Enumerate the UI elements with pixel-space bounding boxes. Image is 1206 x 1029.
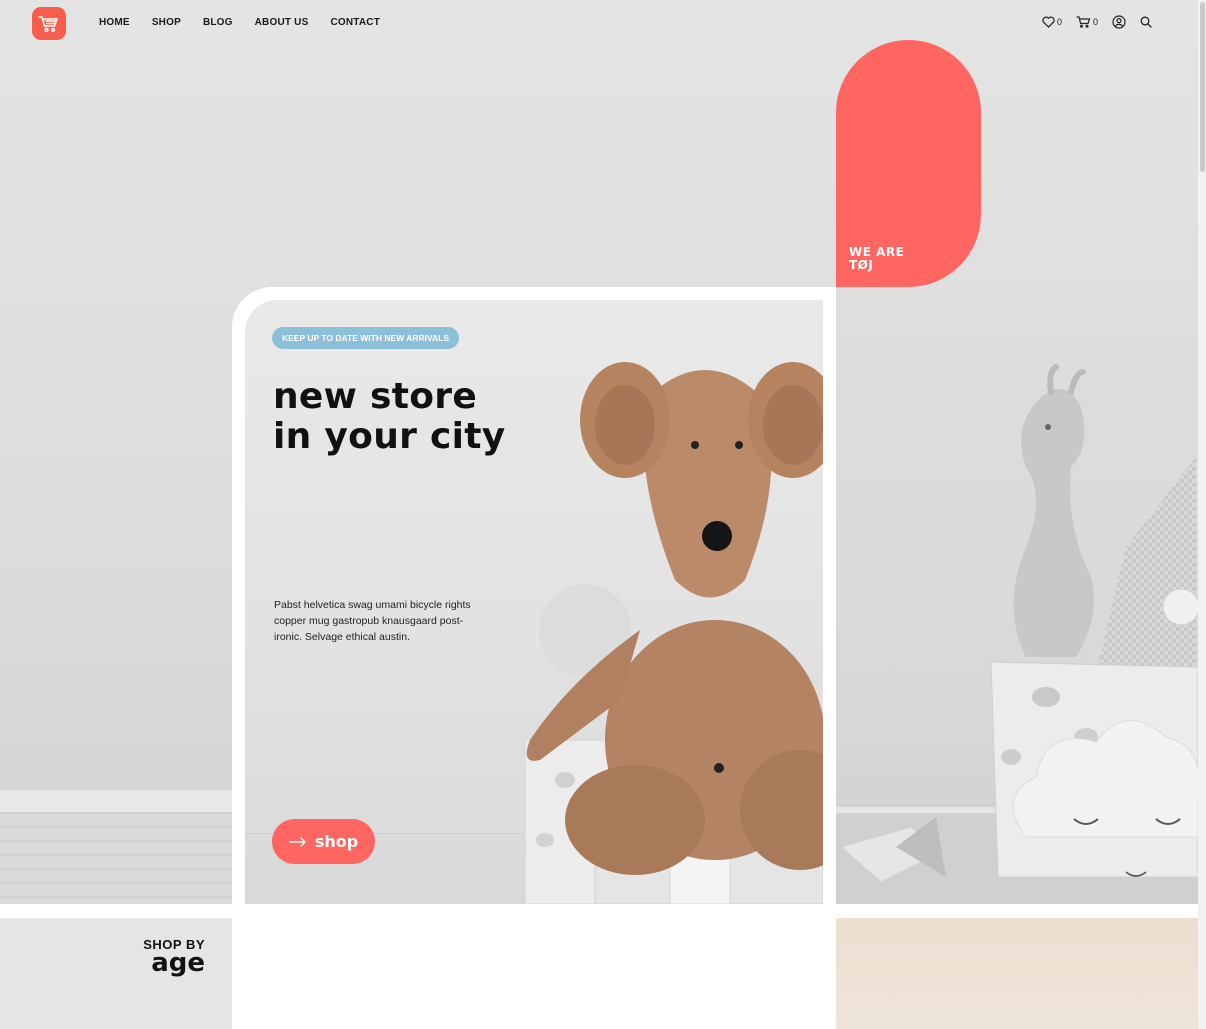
pill-text: WE ARE TØJ [849,246,904,272]
cart-logo-icon[interactable] [32,7,66,40]
arrow-right-icon [289,836,306,847]
nav-shop[interactable]: Shop [152,17,181,28]
hero-headline: new store in your city [273,377,573,457]
nav-blog[interactable]: Blog [203,17,233,28]
nav-home[interactable]: Home [99,17,130,28]
user-icon [1112,15,1126,29]
shop-button-label: shop [314,832,359,851]
hero-description: Pabst helvetica swag umami bicycle right… [274,599,471,643]
headline-line2: in your city [273,416,506,457]
wishlist-button[interactable]: 0 [1042,16,1062,28]
cart-icon [1076,16,1091,28]
beige-panel [836,918,1198,1029]
nav-contact[interactable]: Contact [330,17,380,28]
cart-button[interactable]: 0 [1076,16,1098,28]
shop-button[interactable]: shop [272,819,375,864]
wishlist-count: 0 [1056,17,1062,27]
heart-icon [1042,16,1055,28]
pill-text-line2: TØJ [849,258,874,272]
search-button[interactable] [1140,16,1152,28]
account-button[interactable] [1112,15,1126,29]
brand-pill: WE ARE TØJ [836,40,981,287]
headline-line1: new store [273,376,478,417]
shop-by-age-panel[interactable]: SHOP BY age [0,918,232,1029]
header-icons: 0 0 [1042,15,1152,29]
nav-about-us[interactable]: About us [255,17,309,28]
main-nav: Home Shop Blog About us Contact [99,17,402,28]
scrollbar[interactable] [1198,0,1206,1029]
cart-count: 0 [1092,17,1098,27]
site-header: Home Shop Blog About us Contact 0 0 [0,0,1198,46]
toys-photo [836,287,1198,904]
age-label: age [151,948,205,978]
search-icon [1140,16,1152,28]
new-arrivals-badge[interactable]: keep up to date with new arrivals [272,327,460,349]
scrollbar-thumb[interactable] [1200,2,1205,172]
